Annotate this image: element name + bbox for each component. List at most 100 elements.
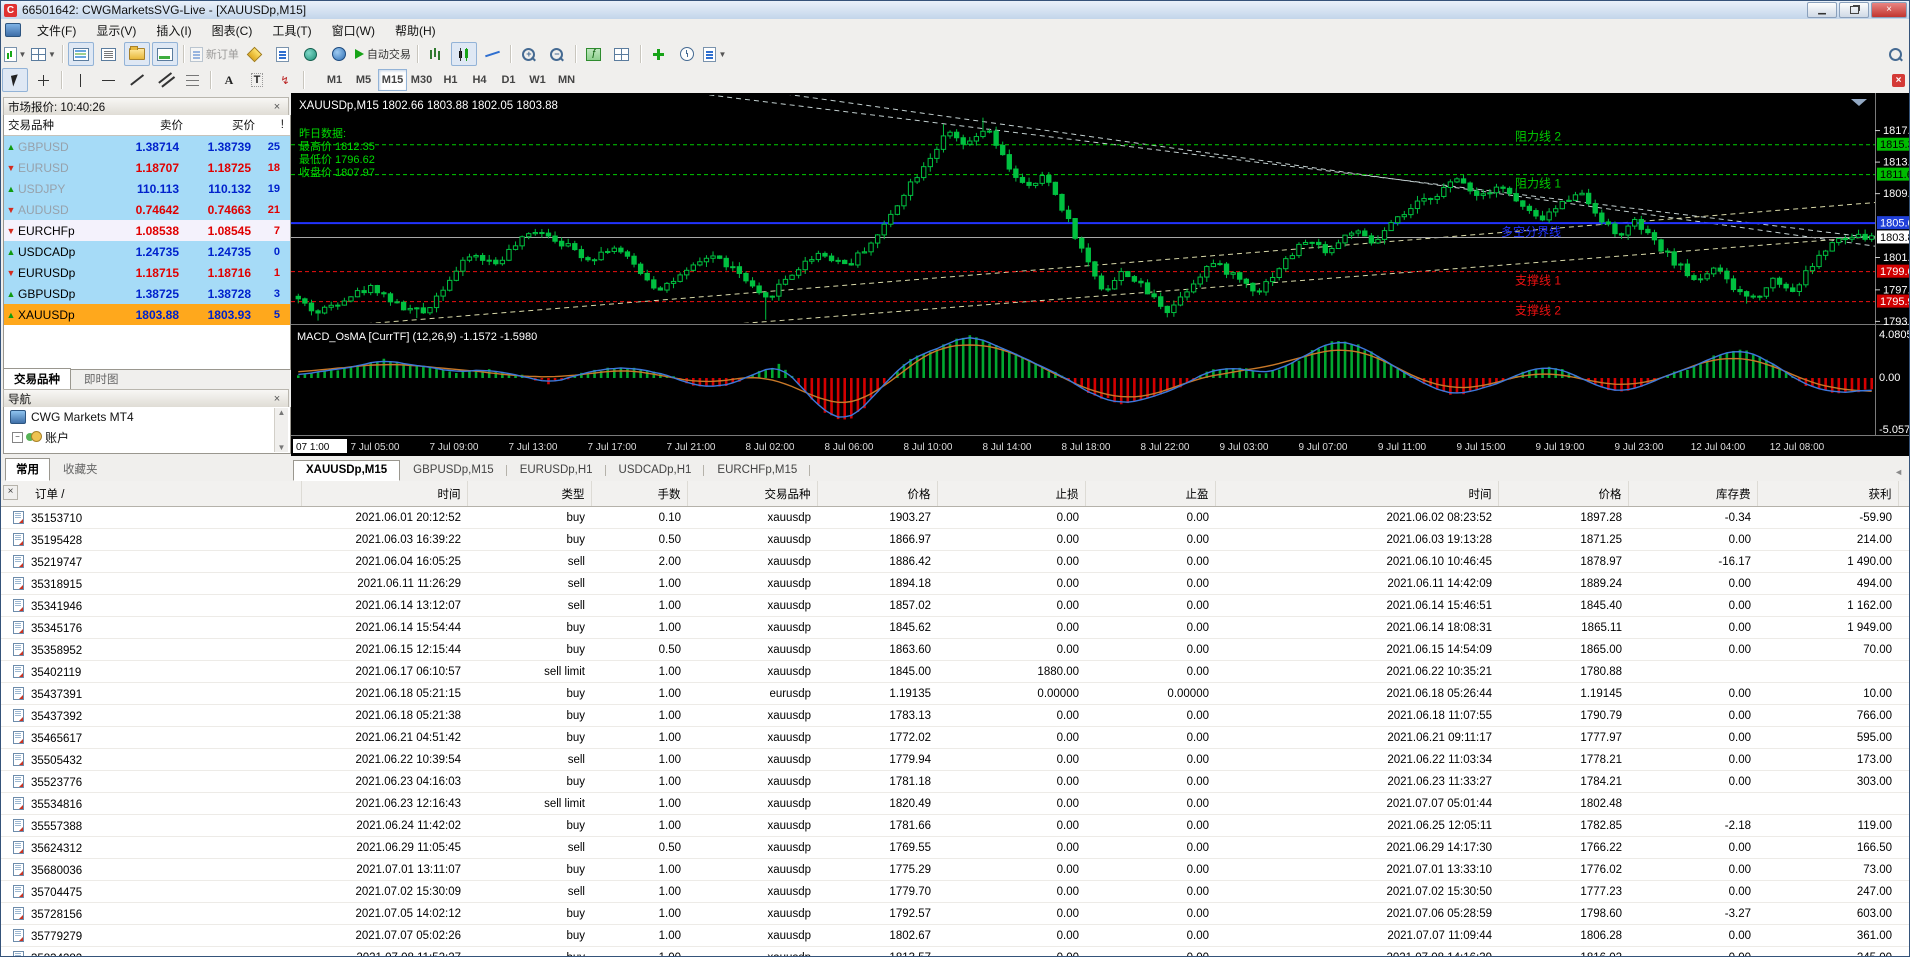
- zoom-out-button[interactable]: −: [544, 42, 570, 66]
- timeframe-m5[interactable]: M5: [349, 69, 378, 91]
- orders-column-5[interactable]: 价格: [816, 481, 937, 507]
- order-row-35219747[interactable]: 35219747 2021.06.04 16:05:25 sell 2.00 xauus…: [1, 550, 1909, 573]
- timeframe-d1[interactable]: D1: [494, 69, 523, 91]
- vertical-line-tool[interactable]: [67, 68, 93, 92]
- navigator-scrollbar[interactable]: ▲ ▼: [274, 408, 288, 452]
- chart-tab-usdcadp-h1[interactable]: USDCADp,H1: [606, 460, 705, 481]
- menu-item-2[interactable]: 插入(I): [146, 21, 201, 41]
- horizontal-line-tool[interactable]: [95, 68, 121, 92]
- order-row-35624312[interactable]: 35624312 2021.06.29 11:05:45 sell 0.50 xauus…: [1, 836, 1909, 859]
- menu-item-5[interactable]: 窗口(W): [322, 21, 385, 41]
- order-row-35402119[interactable]: 35402119 2021.06.17 06:10:57 sell limit 1.0…: [1, 660, 1909, 683]
- order-row-35341946[interactable]: 35341946 2021.06.14 13:12:07 sell 1.00 xauus…: [1, 594, 1909, 617]
- market-watch-row-usdcadp[interactable]: ▲ USDCADp 1.24735 1.24735 0: [4, 241, 290, 262]
- data-window-toggle[interactable]: [96, 42, 122, 66]
- order-row-35779279[interactable]: 35779279 2021.07.07 05:02:26 buy 1.00 xauusd…: [1, 924, 1909, 947]
- tree-collapse-icon[interactable]: −: [12, 431, 23, 443]
- menu-item-0[interactable]: 文件(F): [27, 21, 86, 41]
- timeframe-m30[interactable]: M30: [407, 69, 436, 91]
- order-row-35704475[interactable]: 35704475 2021.07.02 15:30:09 sell 1.00 xauus…: [1, 880, 1909, 903]
- order-row-35153710[interactable]: 35153710 2021.06.01 20:12:52 buy 0.10 xauusd…: [1, 506, 1909, 529]
- navigator-item-0[interactable]: CWG Markets MT4: [4, 407, 290, 427]
- chart-tab-eurchfp-m15[interactable]: EURCHFp,M15: [704, 460, 811, 481]
- close-button[interactable]: ×: [1871, 2, 1907, 18]
- orders-column-8[interactable]: 时间: [1214, 481, 1498, 507]
- order-row-35505432[interactable]: 35505432 2021.06.22 10:39:54 sell 1.00 xauus…: [1, 748, 1909, 771]
- terminal-close-icon[interactable]: ×: [3, 485, 18, 500]
- chart-window-icon[interactable]: [5, 23, 21, 37]
- tab-scroll-left-icon[interactable]: ◄: [1888, 467, 1909, 481]
- chart-tab-eurusdp-h1[interactable]: EURUSDp,H1: [507, 460, 606, 481]
- market-watch-row-eurchfp[interactable]: ▼ EURCHFp 1.08538 1.08545 7: [4, 220, 290, 241]
- menu-item-4[interactable]: 工具(T): [262, 21, 321, 41]
- market-watch-row-gbpusd[interactable]: ▲ GBPUSD 1.38714 1.38739 25: [4, 136, 290, 157]
- order-row-35834282[interactable]: 358342822021.07.08 11:52:27buy1.00xauusd…: [1, 946, 1909, 956]
- timeframe-m15[interactable]: M15: [378, 69, 407, 91]
- period-button[interactable]: [674, 42, 700, 66]
- navigator-tab-常用[interactable]: 常用: [5, 458, 50, 481]
- zoom-in-button[interactable]: +: [516, 42, 542, 66]
- arrows-tool[interactable]: ↯: [272, 68, 298, 92]
- orders-column-2[interactable]: 类型: [466, 481, 591, 507]
- orders-column-7[interactable]: 止盈: [1084, 481, 1215, 507]
- timeframe-h4[interactable]: H4: [465, 69, 494, 91]
- fibonacci-tool[interactable]: [179, 68, 205, 92]
- market-watch-row-usdjpy[interactable]: ▲ USDJPY 110.113 110.132 19: [4, 178, 290, 199]
- market-watch-row-gbpusdp[interactable]: ▲ GBPUSDp 1.38725 1.38728 3: [4, 283, 290, 304]
- order-row-35437392[interactable]: 35437392 2021.06.18 05:21:38 buy 1.00 xauusd…: [1, 704, 1909, 727]
- navigator-toggle[interactable]: [123, 42, 150, 66]
- market-watch-toggle[interactable]: [67, 42, 94, 66]
- order-row-35318915[interactable]: 35318915 2021.06.11 11:26:29 sell 1.00 xauus…: [1, 572, 1909, 595]
- crosshair-tool[interactable]: [30, 68, 56, 92]
- navigator-tab-收藏夹[interactable]: 收藏夹: [52, 458, 109, 481]
- order-row-35523776[interactable]: 35523776 2021.06.23 04:16:03 buy 1.00 xauusd…: [1, 770, 1909, 793]
- order-row-35195428[interactable]: 35195428 2021.06.03 16:39:22 buy 0.50 xauusd…: [1, 528, 1909, 551]
- order-row-35557388[interactable]: 35557388 2021.06.24 11:42:02 buy 1.00 xauusd…: [1, 814, 1909, 837]
- timeframe-w1[interactable]: W1: [523, 69, 552, 91]
- indicators-button[interactable]: [581, 42, 607, 66]
- market-watch-row-xauusdp[interactable]: ▲ XAUUSDp 1803.88 1803.93 5: [4, 304, 290, 325]
- navigator-close-icon[interactable]: ×: [270, 393, 284, 405]
- order-row-35465617[interactable]: 35465617 2021.06.21 04:51:42 buy 1.00 xauusd…: [1, 726, 1909, 749]
- order-row-35358952[interactable]: 35358952 2021.06.15 12:15:44 buy 0.50 xauusd…: [1, 638, 1909, 661]
- orders-column-10[interactable]: 库存费: [1627, 481, 1757, 507]
- navigator-item-1[interactable]: − 账户: [4, 427, 290, 447]
- market-watch-row-eurusd[interactable]: ▼ EURUSD 1.18707 1.18725 18: [4, 157, 290, 178]
- trendline-tool[interactable]: [123, 68, 149, 92]
- templates-button[interactable]: ▼: [702, 42, 728, 66]
- add-indicator-button[interactable]: [646, 42, 672, 66]
- orders-column-4[interactable]: 交易品种: [686, 481, 817, 507]
- cursor-tool[interactable]: [2, 68, 28, 92]
- market-watch-tab-即时图[interactable]: 即时图: [73, 368, 130, 391]
- orders-column-6[interactable]: 止损: [936, 481, 1085, 507]
- order-row-35345176[interactable]: 35345176 2021.06.14 15:54:44 buy 1.00 xauusd…: [1, 616, 1909, 639]
- restore-button[interactable]: [1839, 2, 1869, 18]
- candle-chart-button[interactable]: [450, 42, 477, 66]
- timeframe-h1[interactable]: H1: [436, 69, 465, 91]
- market-watch-row-eurusdp[interactable]: ▼ EURUSDp 1.18715 1.18716 1: [4, 262, 290, 283]
- new-order-button[interactable]: 新订单: [189, 42, 240, 66]
- chart-tab-gbpusdp-m15[interactable]: GBPUSDp,M15: [400, 460, 507, 481]
- order-row-35437391[interactable]: 35437391 2021.06.18 05:21:15 buy 1.00 eurusd…: [1, 682, 1909, 705]
- menu-item-1[interactable]: 显示(V): [86, 21, 146, 41]
- menu-item-3[interactable]: 图表(C): [202, 21, 263, 41]
- autotrading-button[interactable]: 自动交易: [354, 42, 412, 66]
- market-watch-row-audusd[interactable]: ▼ AUDUSD 0.74642 0.74663 21: [4, 199, 290, 220]
- orders-column-9[interactable]: 价格: [1497, 481, 1628, 507]
- timeframe-m1[interactable]: M1: [320, 69, 349, 91]
- orders-column-3[interactable]: 手数: [590, 481, 687, 507]
- line-chart-button[interactable]: [479, 42, 505, 66]
- news-button[interactable]: [298, 42, 324, 66]
- new-chart-button[interactable]: ▼: [2, 42, 28, 66]
- text-label-tool[interactable]: T: [244, 68, 270, 92]
- tile-windows-button[interactable]: [609, 42, 635, 66]
- order-row-35728156[interactable]: 35728156 2021.07.05 14:02:12 buy 1.00 xauusd…: [1, 902, 1909, 925]
- bar-chart-button[interactable]: [423, 42, 449, 66]
- order-row-35680036[interactable]: 35680036 2021.07.01 13:11:07 buy 1.00 xauusd…: [1, 858, 1909, 881]
- market-watch-close-icon[interactable]: ×: [270, 101, 284, 113]
- chart-canvas[interactable]: 阻力线 2阻力线 1多空分界线支撑线 1支撑线 21817.11813.2180…: [291, 93, 1910, 456]
- metaeditor-button[interactable]: [242, 42, 268, 66]
- order-row-35534816[interactable]: 35534816 2021.06.23 12:16:43 sell limit 1.0…: [1, 792, 1909, 815]
- minimize-button[interactable]: ▁: [1807, 2, 1837, 18]
- profiles-button[interactable]: ▼: [30, 42, 57, 66]
